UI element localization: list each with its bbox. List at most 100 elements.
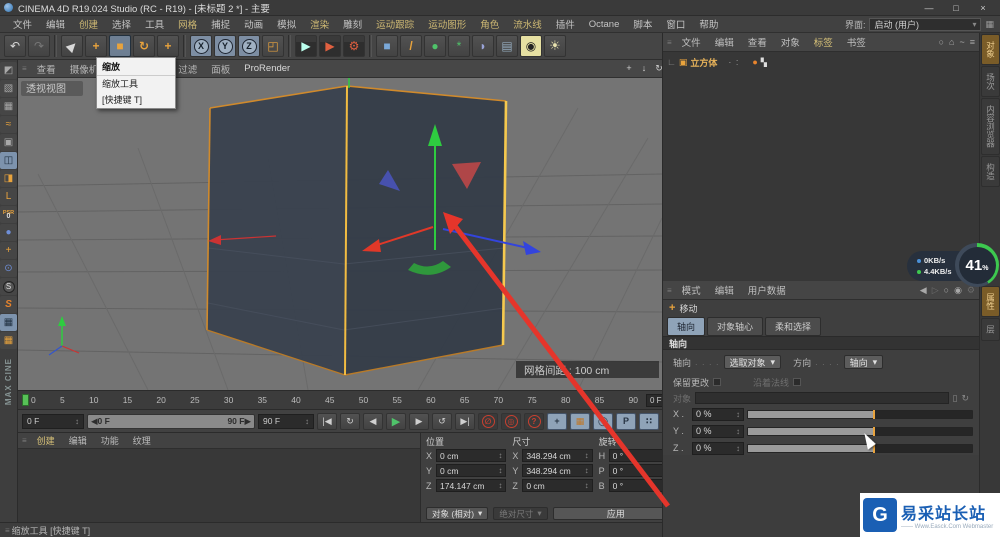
menu-simulate[interactable]: 模拟 — [270, 17, 303, 31]
pen-tool-button[interactable]: / — [400, 35, 422, 57]
axis-z-slider[interactable] — [747, 444, 973, 453]
menu-tools[interactable]: 工具 — [138, 17, 171, 31]
drag-grip-icon[interactable]: ≡ — [667, 38, 672, 47]
om-menu-bookmarks[interactable]: 书签 — [841, 35, 872, 49]
max-frame-field[interactable]: 90 F ↕ — [258, 414, 314, 429]
size-x-field[interactable]: 348.294 cm↕ — [522, 449, 592, 462]
menu-pipeline[interactable]: 流水线 — [506, 17, 549, 31]
edges-mode-icon[interactable]: ◫ — [0, 152, 17, 169]
polygons-mode-icon[interactable]: ◨ — [0, 170, 17, 187]
axis-y-percent-field[interactable]: 0 %↕ — [692, 425, 744, 438]
burger-menu-icon[interactable]: ≡ — [970, 37, 975, 47]
mat-menu-create[interactable]: 创建 — [31, 434, 61, 447]
menu-octane[interactable]: Octane — [582, 19, 627, 30]
mat-menu-edit[interactable]: 编辑 — [63, 434, 93, 447]
goto-start-button[interactable]: |◀ — [317, 413, 337, 430]
model-mode-icon[interactable]: ▧ — [0, 80, 17, 97]
am-menu-mode[interactable]: 模式 — [676, 283, 707, 297]
tab-soft-selection[interactable]: 柔和选择 — [765, 317, 821, 336]
om-menu-tags[interactable]: 标签 — [808, 35, 839, 49]
tab-attributes[interactable]: 属性 — [981, 286, 1000, 317]
axis-x-slider[interactable] — [747, 410, 973, 419]
size-z-field[interactable]: 0 cm↕ — [522, 479, 592, 492]
tab-takes[interactable]: 场次 — [981, 66, 1000, 97]
texture-locked-icon[interactable]: ▦ — [0, 314, 17, 331]
keep-changes-checkbox[interactable] — [713, 378, 721, 386]
drag-grip-icon[interactable]: ≡ — [22, 436, 27, 445]
menu-snap[interactable]: 捕捉 — [204, 17, 237, 31]
axis-dropdown[interactable]: 选取对象▾ — [724, 355, 782, 369]
viewport-3d[interactable]: 透视视图 网格间距 : 100 cm — [18, 78, 684, 390]
deformer-button[interactable]: * — [448, 35, 470, 57]
menu-file[interactable]: 文件 — [6, 17, 39, 31]
floor-button[interactable]: ▤ — [496, 35, 518, 57]
material-list-area[interactable] — [18, 449, 420, 522]
coords-mode-dropdown[interactable]: 对象 (相对)▾ — [426, 507, 488, 520]
light-button[interactable]: ☀ — [544, 35, 566, 57]
drag-grip-icon[interactable]: ≡ — [667, 286, 672, 295]
axis-x-percent-field[interactable]: 0 %↕ — [692, 408, 744, 421]
frame-range-slider[interactable]: ◀ 0 F 90 F ▶ — [87, 414, 255, 429]
om-menu-objects[interactable]: 对象 — [775, 35, 806, 49]
snap-icon[interactable]: + — [0, 242, 17, 259]
camera-button[interactable]: ◉ — [520, 35, 542, 57]
record-scale-toggle[interactable]: ▦ — [570, 413, 590, 430]
texture-axis-icon[interactable]: ▦ — [0, 332, 17, 349]
om-menu-view[interactable]: 查看 — [742, 35, 773, 49]
last-tool-button[interactable]: + — [157, 35, 179, 57]
vp-menu-view[interactable]: 查看 — [31, 62, 62, 76]
record-parameter-toggle[interactable]: P — [616, 413, 636, 430]
position-x-field[interactable]: 0 cm↕ — [436, 449, 506, 462]
axis-section-header[interactable]: 轴向 — [663, 336, 979, 350]
size-mode-dropdown[interactable]: 绝对尺寸▾ — [493, 507, 547, 520]
size-y-field[interactable]: 348.294 cm↕ — [522, 464, 592, 477]
texture-mode-icon[interactable]: ▦ — [0, 98, 17, 115]
menu-select[interactable]: 选择 — [105, 17, 138, 31]
goto-end-button[interactable]: ▶| — [455, 413, 475, 430]
lock-z-axis-button[interactable]: Z — [238, 35, 260, 57]
record-pla-toggle[interactable]: ∷ — [639, 413, 659, 430]
record-keyframe-button[interactable]: ∅ — [478, 413, 498, 430]
environment-button[interactable]: ◗ — [472, 35, 494, 57]
keyframe-selection-button[interactable]: ? — [524, 413, 544, 430]
object-label[interactable]: 立方体 — [690, 56, 717, 69]
menu-window[interactable]: 窗口 — [659, 17, 692, 31]
mat-menu-function[interactable]: 功能 — [95, 434, 125, 447]
interface-dropdown[interactable]: 启动 (用户) ▾ — [869, 18, 981, 31]
render-settings-button[interactable]: ⚙ — [343, 35, 365, 57]
selection-tag-icon[interactable]: ▚ — [761, 58, 767, 67]
points-mode-icon[interactable]: ▣ — [0, 134, 17, 151]
position-y-field[interactable]: 0 cm↕ — [436, 464, 506, 477]
menu-animate[interactable]: 动画 — [237, 17, 270, 31]
maximize-button[interactable]: □ — [943, 1, 969, 15]
position-z-field[interactable]: 174.147 cm↕ — [436, 479, 506, 492]
menu-help[interactable]: 帮助 — [692, 17, 725, 31]
viewport-solo-icon[interactable]: ● — [0, 224, 17, 241]
vp-menu-panel[interactable]: 面板 — [205, 62, 236, 76]
coordinate-system-button[interactable]: ◰ — [262, 35, 284, 57]
phong-tag-icon[interactable]: ● — [752, 57, 757, 67]
undo-button[interactable]: ↶ — [4, 35, 26, 57]
add-cube-button[interactable]: ■ — [376, 35, 398, 57]
om-menu-edit[interactable]: 编辑 — [709, 35, 740, 49]
tab-axis[interactable]: 轴向 — [667, 317, 705, 336]
download-progress-widget[interactable]: 0KB/s 4.4KB/s 41% — [907, 243, 999, 289]
psr-lock-icon[interactable]: PSR0 — [0, 206, 17, 223]
menu-character[interactable]: 角色 — [473, 17, 506, 31]
filter-icon[interactable]: ~ — [959, 37, 964, 47]
subdivision-surface-button[interactable]: ● — [424, 35, 446, 57]
live-selection-button[interactable]: ▶ — [61, 35, 83, 57]
along-normals-checkbox[interactable] — [793, 378, 801, 386]
lock-y-axis-button[interactable]: Y — [214, 35, 236, 57]
tab-content-browser[interactable]: 内容浏览器 — [981, 98, 1000, 155]
tab-structure[interactable]: 构造 — [981, 156, 1000, 187]
snap-settings-icon[interactable]: S — [0, 278, 17, 295]
vp-menu-prorender[interactable]: ProRender — [238, 63, 296, 74]
minimize-button[interactable]: — — [916, 1, 942, 15]
object-link-field[interactable] — [695, 392, 948, 404]
workplane-mode-icon[interactable]: ≈ — [0, 116, 17, 133]
tab-layers[interactable]: 层 — [981, 318, 1000, 341]
render-picture-viewer-button[interactable]: ▶ — [319, 35, 341, 57]
am-menu-userdata[interactable]: 用户数据 — [742, 283, 792, 297]
autokey-button[interactable]: ◎ — [501, 413, 521, 430]
